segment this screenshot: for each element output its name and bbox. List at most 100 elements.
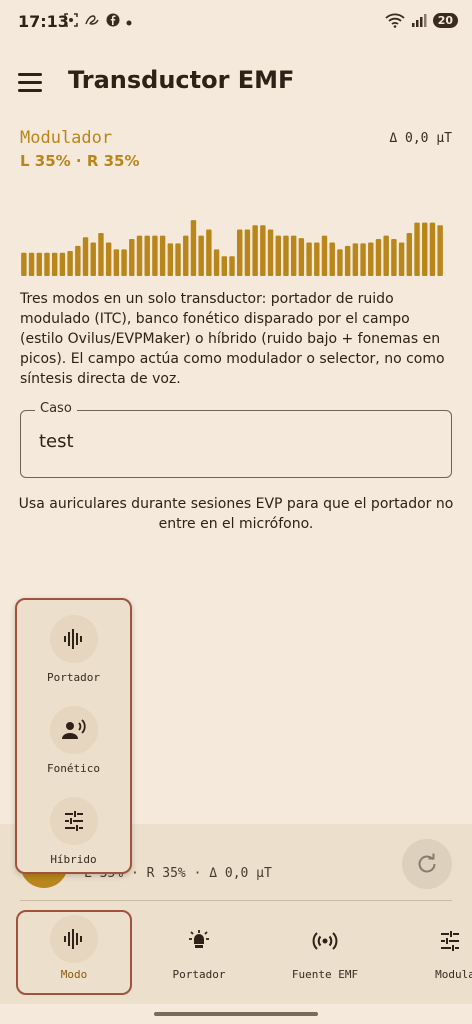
mode-menu-label-portador: Portador [47,671,100,684]
status-time: 17:13 [18,12,69,31]
app-bar: Transductor EMF [0,54,472,110]
page-title: Transductor EMF [68,66,295,94]
nav-label-modula: Modula [435,968,472,981]
case-field-label: Caso [35,401,77,416]
mode-menu: Portador Fonético Híbrido [15,598,132,874]
wifi-icon [385,13,405,28]
level-bar [252,225,258,276]
level-bar [121,249,127,276]
nav-label-portador: Portador [172,968,226,981]
level-bar [28,252,35,276]
refresh-icon [418,853,436,873]
level-bar [283,235,289,276]
level-bar [82,237,89,276]
level-bar [406,233,413,276]
mode-menu-item-hibrido[interactable]: Híbrido [17,787,130,877]
mode-menu-item-portador[interactable]: Portador [17,605,130,695]
level-bar [229,256,235,276]
level-bar [113,249,120,276]
level-bar [59,252,66,276]
system-icons: 20 [385,12,458,28]
level-bar [190,220,197,276]
level-bar [306,242,312,276]
status-bar: 17:13 20 [0,0,472,44]
level-bar [314,242,320,276]
refresh-button[interactable] [402,839,452,889]
mode-menu-item-fonetico[interactable]: Fonético [17,696,130,786]
level-bar [244,229,251,276]
level-bar [237,229,243,276]
level-bar [159,235,166,276]
level-bar [213,249,220,276]
facebook-icon [106,13,120,31]
level-bar [429,222,436,276]
tune-icon [433,924,467,958]
level-bar [437,225,443,276]
voice-icon [49,706,98,754]
level-bar [67,251,73,276]
level-bar [375,239,382,276]
level-bars-svg [21,220,443,276]
level-bar [275,235,281,276]
level-bar [144,235,150,276]
gesture-bar [154,1012,318,1016]
level-bar [90,242,96,276]
screenshot-icon [64,13,78,31]
modulator-label: Modulador [20,128,113,148]
level-bar [75,245,81,276]
level-bar [44,252,50,276]
level-bar [260,225,266,276]
link-icon [84,13,100,31]
level-bar [129,239,135,276]
mode-menu-label-fonetico: Fonético [47,762,100,775]
level-bar [398,242,405,276]
level-bar [321,235,328,276]
level-bar [337,249,343,276]
level-bar [98,233,104,276]
level-bar [136,235,143,276]
mode-description: Tres modos en un solo transductor: porta… [20,291,445,387]
level-bar [368,242,374,276]
level-bar [329,242,335,276]
level-bar [267,229,274,276]
battery-icon: 20 [432,12,458,28]
modulator-delta: Δ 0,0 µT [389,131,452,146]
divider [20,900,452,901]
level-bars-visualizer [20,190,444,276]
level-bar [206,229,212,276]
nav-item-modula[interactable]: Modula [392,908,472,996]
level-bar [105,242,112,276]
headphones-hint: Usa auriculares durante sesiones EVP par… [18,496,454,532]
nav-item-fuente-emf[interactable]: Fuente EMF [267,908,383,996]
level-bar [391,239,397,276]
signal-icon [411,14,427,27]
lamp-icon [182,924,216,958]
level-bar [175,243,181,276]
level-bar [21,252,27,276]
level-bar [298,238,305,276]
broadcast-icon [308,924,342,958]
level-bar [290,235,297,276]
level-bar [51,252,58,276]
level-bar [414,222,420,276]
tune-icon [49,797,98,845]
modulator-levels: L 35% · R 35% [20,152,140,170]
level-bar [167,243,174,276]
level-bar [352,243,359,276]
waveform-icon [49,615,98,663]
level-bar [152,235,158,276]
level-bar [183,235,189,276]
notification-icons [64,13,132,31]
nav-selection-highlight [16,910,132,995]
case-input[interactable] [39,431,429,452]
menu-icon[interactable] [18,68,50,96]
level-bar [344,245,351,276]
mode-menu-label-hibrido: Híbrido [50,853,97,866]
level-bar [36,252,42,276]
level-bar [360,243,366,276]
case-field[interactable]: Caso [20,401,452,478]
dot-icon [126,15,132,30]
nav-item-portador[interactable]: Portador [141,908,257,996]
level-bar [383,235,389,276]
level-bar [422,222,428,276]
